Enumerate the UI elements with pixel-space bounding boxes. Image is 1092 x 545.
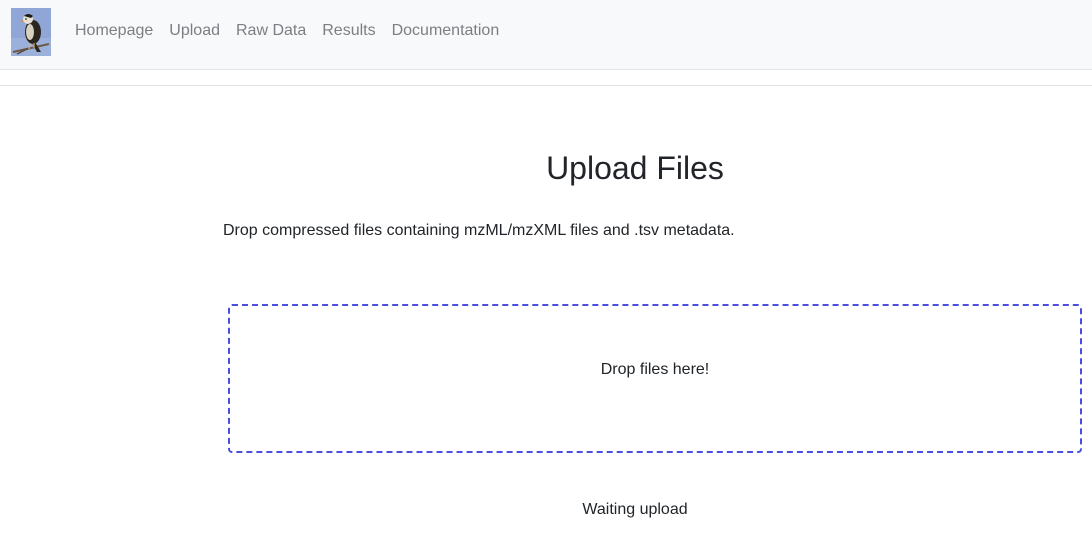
upload-description: Drop compressed files containing mzML/mz… [223,222,735,239]
bird-logo-icon[interactable] [11,8,51,56]
nav-link-results[interactable]: Results [322,22,375,40]
header-divider [0,85,1092,86]
nav-link-documentation[interactable]: Documentation [392,22,500,40]
page-title: Upload Files [546,150,724,186]
nav-link-raw-data[interactable]: Raw Data [236,22,306,40]
dropzone-label: Drop files here! [600,360,710,378]
nav-links: Homepage Upload Raw Data Results Documen… [75,0,515,62]
file-dropzone[interactable]: Drop files here! [228,304,1082,453]
navbar: Homepage Upload Raw Data Results Documen… [0,0,1092,70]
upload-status: Waiting upload [582,501,688,518]
nav-link-homepage[interactable]: Homepage [75,22,153,40]
nav-link-upload[interactable]: Upload [169,22,220,40]
